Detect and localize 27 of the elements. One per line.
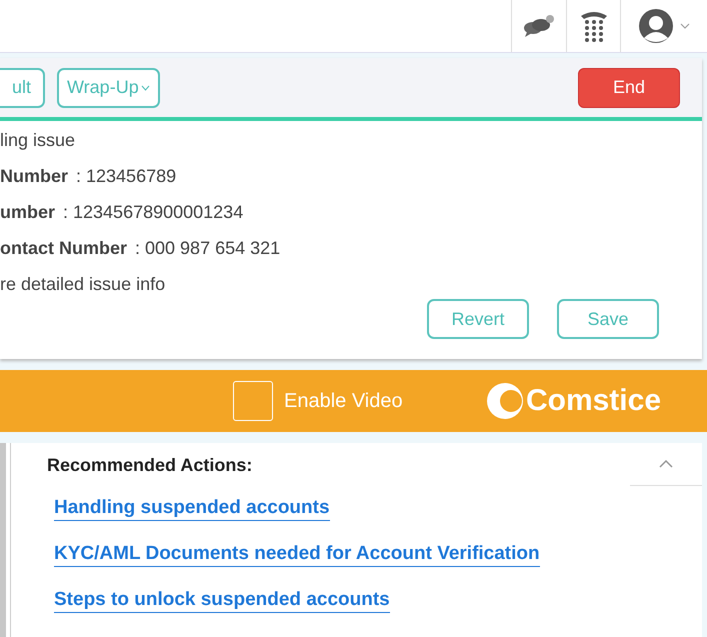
save-button[interactable]: Save [557,299,659,339]
revert-button[interactable]: Revert [427,299,529,339]
checkbox-label: Enable Video [284,390,403,412]
issue-summary: ling issue [0,129,76,151]
chevron-down-icon [140,84,150,90]
field-label: ontact Number [0,237,128,259]
dialpad-icon[interactable] [578,10,608,42]
section-title: Recommended Actions: [47,455,252,476]
toolbar-button[interactable]: ult [0,68,46,108]
field-label: umber [0,201,56,223]
field-value: : 000 987 654 321 [135,237,280,259]
issue-note: re detailed issue info [0,273,166,295]
chevron-down-icon[interactable] [680,23,690,29]
article-link[interactable]: Steps to unlock suspended accounts [54,588,390,613]
field-label: Number [0,165,68,187]
field-value: : 12345678900001234 [63,201,244,223]
logo-icon [486,382,524,420]
chevron-up-icon [659,460,673,468]
field-value: : 123456789 [76,165,176,187]
chat-icon[interactable] [522,14,556,38]
avatar-icon[interactable] [638,8,674,44]
article-link[interactable]: KYC/AML Documents needed for Account Verification [54,542,540,567]
brand-name: Comstice [526,384,661,418]
end-button[interactable]: End [578,68,680,108]
article-link[interactable]: Handling suspended accounts [54,496,330,521]
dropdown-button[interactable]: Wrap-Up [57,68,160,108]
checkbox[interactable] [233,381,273,421]
